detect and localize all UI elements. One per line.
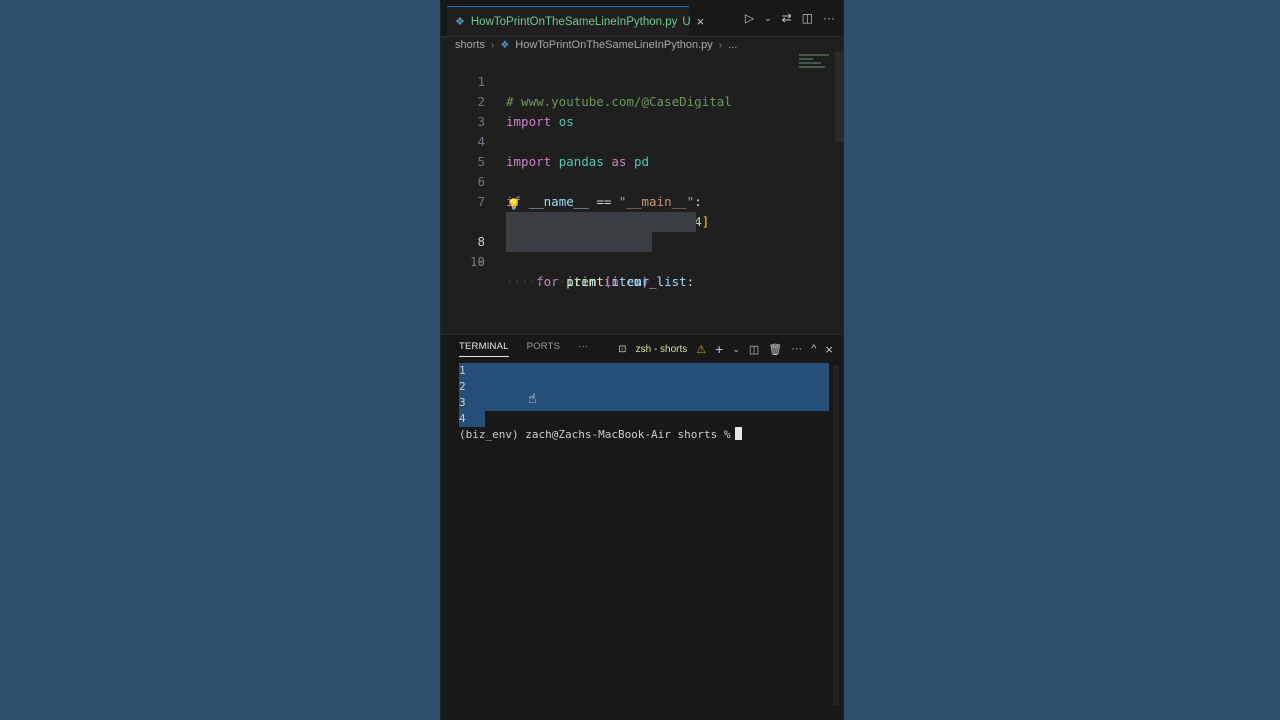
terminal-line: 4	[459, 411, 829, 427]
code-line: 4 import pandas as pd	[441, 112, 843, 169]
split-editor-icon[interactable]: ◫	[802, 11, 813, 25]
code-line: 6 if __name__ == "__main__":	[441, 152, 843, 209]
python-file-icon: ❖	[455, 16, 465, 28]
chevron-down-icon[interactable]: ⌄	[732, 344, 740, 355]
terminal-cursor	[734, 427, 742, 440]
terminal-icon: ⊡	[618, 343, 627, 355]
code-text: ········print(item)	[506, 274, 650, 289]
tab-file-name: HowToPrintOnTheSameLineInPython.py	[470, 15, 678, 28]
terminal-name[interactable]: zsh - shorts	[636, 344, 688, 355]
code-line: 1 # www.youtube.com/@CaseDigital	[441, 52, 843, 109]
breadcrumb-file[interactable]: HowToPrintOnTheSameLineInPython.py	[515, 39, 713, 51]
more-actions-icon[interactable]: ···	[823, 11, 835, 25]
terminal-prompt: (biz_env) zach@Zachs-MacBook-Air shorts …	[459, 428, 731, 441]
code-line: 10	[441, 232, 843, 269]
compare-changes-icon[interactable]: ⇄	[782, 11, 792, 25]
terminal-prompt-line: (biz_env) zach@Zachs-MacBook-Air shorts …	[459, 427, 829, 443]
breadcrumb: shorts › ❖ HowToPrintOnTheSameLineInPyth…	[455, 38, 737, 52]
tab-ports[interactable]: PORTS	[527, 341, 561, 357]
run-icon[interactable]: ▷	[745, 11, 754, 25]
split-terminal-icon[interactable]: ◫	[749, 343, 759, 356]
tab-bar: ❖ HowToPrintOnTheSameLineInPython.py U ×…	[441, 0, 843, 37]
terminal-line: 2	[459, 379, 829, 395]
panel-actions: ⊡ zsh - shorts ⚠ + ⌄ ◫ 🗑 ··· ^ ×	[618, 339, 833, 359]
code-line: 2 import os	[441, 72, 843, 129]
untracked-marker: U	[682, 15, 691, 28]
breadcrumb-folder[interactable]: shorts	[455, 39, 485, 51]
editor-scrollbar[interactable]	[835, 52, 843, 142]
terminal-output[interactable]: 1 2 3 4 (biz_env) zach@Zachs-MacBook-Air…	[459, 363, 829, 703]
chevron-right-icon: ›	[718, 39, 723, 51]
terminal-selected-text: 4	[459, 411, 485, 427]
panel-more-icon[interactable]: ···	[578, 341, 588, 357]
trash-icon[interactable]: 🗑	[768, 343, 782, 356]
more-actions-icon[interactable]: ···	[791, 343, 802, 355]
terminal-scrollbar[interactable]	[833, 365, 839, 705]
maximize-panel-icon[interactable]: ^	[811, 343, 816, 355]
panel-tabs: TERMINAL PORTS ···	[459, 341, 588, 357]
close-icon[interactable]: ×	[697, 14, 705, 29]
editor-actions: ▷ ⌄ ⇄ ◫ ···	[745, 0, 835, 36]
editor-tab[interactable]: ❖ HowToPrintOnTheSameLineInPython.py U ×	[447, 6, 704, 36]
mouse-cursor-icon: ☝	[528, 391, 537, 407]
code-line: 3	[441, 92, 843, 129]
close-panel-icon[interactable]: ×	[825, 342, 833, 357]
bottom-panel: TERMINAL PORTS ··· ⊡ zsh - shorts ⚠ + ⌄ …	[441, 334, 843, 720]
minimap[interactable]	[799, 52, 833, 72]
python-file-icon: ❖	[500, 39, 510, 51]
code-editor[interactable]: 1 # www.youtube.com/@CaseDigital 2 impor…	[441, 52, 843, 332]
terminal-line: 3	[459, 395, 829, 411]
code-line: 9 ········print(item)	[441, 212, 843, 289]
line-number: 10	[469, 254, 485, 269]
terminal-line: 1	[459, 363, 829, 379]
breadcrumb-more[interactable]: ...	[728, 39, 737, 51]
tab-terminal[interactable]: TERMINAL	[459, 341, 509, 357]
new-terminal-icon[interactable]: +	[715, 341, 723, 357]
code-line-active: 8 💡 for item in cur_list:	[441, 192, 843, 289]
code-line: 5	[441, 132, 843, 169]
warning-icon[interactable]: ⚠	[696, 343, 706, 356]
vscode-window: ❖ HowToPrintOnTheSameLineInPython.py U ×…	[440, 0, 844, 720]
chevron-down-icon[interactable]: ⌄	[764, 13, 772, 24]
chevron-right-icon: ›	[490, 39, 495, 51]
code-line: 7 ····cur_list = [1, 2, 3, 4]	[441, 172, 843, 229]
